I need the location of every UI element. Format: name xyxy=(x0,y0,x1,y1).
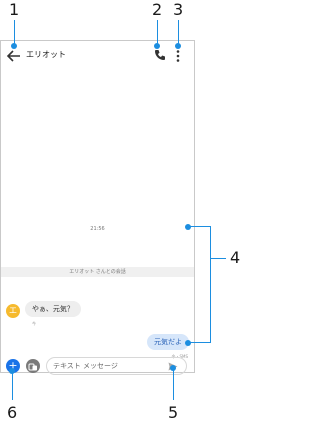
callout-5-line xyxy=(173,368,174,400)
message-input[interactable]: テキスト メッセージ xyxy=(46,357,187,375)
callout-2: 2 xyxy=(152,0,163,19)
phone-icon[interactable] xyxy=(154,49,166,61)
more-vert-icon[interactable] xyxy=(174,49,182,63)
app-bar: エリオット xyxy=(1,41,194,71)
callout-1-dot xyxy=(11,43,17,49)
callout-5: 5 xyxy=(168,403,179,422)
phone-screen: エリオット 21:56 エリオット さんとの会話 エ やぁ、元気？ 今 元気だよ… xyxy=(0,40,195,375)
callout-3: 3 xyxy=(173,0,184,19)
callout-4-line-out xyxy=(210,258,226,259)
callout-1-line xyxy=(14,20,15,44)
outgoing-message: 元気だよ xyxy=(147,334,189,350)
callout-4-line-vertical xyxy=(210,226,211,343)
callout-2-line xyxy=(157,20,158,44)
conversation-label: エリオット さんとの会話 xyxy=(1,267,194,277)
callout-4-line-bottom xyxy=(188,342,210,343)
media-button[interactable] xyxy=(26,359,40,373)
callout-4-line-top xyxy=(188,226,210,227)
message-input-placeholder: テキスト メッセージ xyxy=(53,362,118,370)
callout-3-line xyxy=(178,20,179,44)
callout-1: 1 xyxy=(9,0,20,19)
media-icon xyxy=(28,363,37,371)
contact-name: エリオット xyxy=(26,50,66,59)
callout-4-dot-top xyxy=(185,224,191,230)
callout-4: 4 xyxy=(230,248,241,267)
timestamp: 21:56 xyxy=(90,226,105,232)
back-arrow-icon[interactable] xyxy=(5,49,21,63)
callout-4-dot-bottom xyxy=(185,340,191,346)
incoming-meta: 今 xyxy=(32,321,36,326)
callout-2-dot xyxy=(154,43,160,49)
incoming-message: やぁ、元気？ xyxy=(25,301,81,317)
avatar: エ xyxy=(6,304,20,318)
callout-6: 6 xyxy=(7,403,18,422)
callout-6-line xyxy=(12,371,13,400)
callout-3-dot xyxy=(175,43,181,49)
